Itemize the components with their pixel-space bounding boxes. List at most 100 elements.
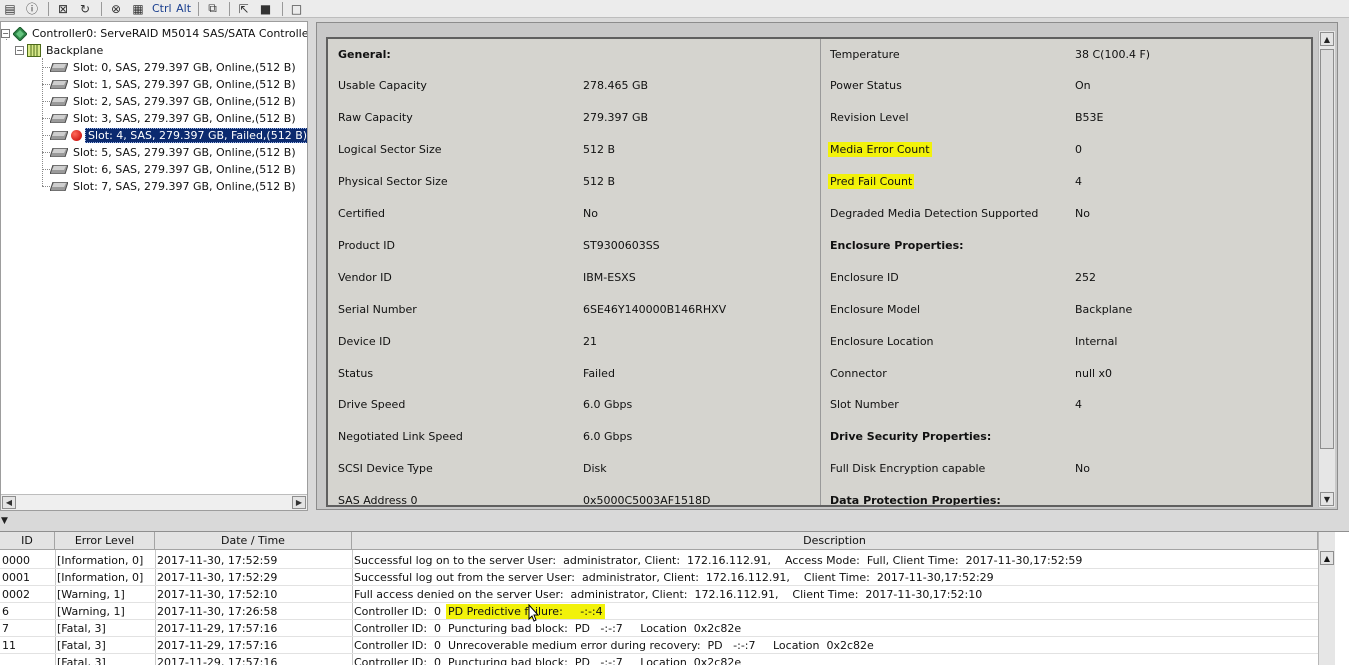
scroll-right-icon[interactable]: ▶ [292,496,306,509]
tree-node-slot[interactable]: Slot: 5, SAS, 279.397 GB, Online,(512 B) [50,144,298,161]
cell-date-time[interactable]: 2017-11-29, 17:57:16 [155,620,352,637]
cell-id[interactable] [0,654,55,665]
cell-id[interactable]: 6 [0,603,55,620]
collapse-triangle-icon[interactable]: ▼ [1,516,8,526]
scroll-left-icon[interactable]: ◀ [2,496,16,509]
description-text: Successful log out from the server User:… [354,571,994,584]
tree-node-label: Controller0: ServeRAID M5014 SAS/SATA Co… [32,27,308,40]
scroll-up-icon[interactable]: ▲ [1320,32,1334,46]
property-name: Usable Capacity [338,78,427,94]
tree-horizontal-scrollbar[interactable]: ◀ ▶ [1,494,307,510]
cell-date-time[interactable]: 2017-11-29, 17:57:16 [155,654,352,665]
properties-vertical-scrollbar[interactable]: ▲ ▼ [1318,31,1335,507]
cell-error-level[interactable]: [Information, 0] [55,569,155,586]
toolbar-separator [281,1,283,16]
cell-id[interactable]: 0001 [0,569,55,586]
cell-id[interactable]: 11 [0,637,55,654]
failed-status-icon [71,130,82,141]
property-name: Serial Number [338,301,417,317]
scroll-down-icon[interactable]: ▼ [1320,492,1334,506]
cell-date-time[interactable]: 2017-11-29, 17:57:16 [155,637,352,654]
tree-node-controller[interactable]: − Controller0: ServeRAID M5014 SAS/SATA … [1,25,308,42]
alt-key-button[interactable]: Alt [176,1,192,17]
tree-node-slot[interactable]: Slot: 4, SAS, 279.397 GB, Failed,(512 B) [50,127,307,144]
cell-error-level[interactable]: [Warning, 1] [55,586,155,603]
tree-node-backplane[interactable]: − Backplane [15,42,105,59]
list-icon[interactable]: ▤ [2,1,18,17]
tree-node-slot[interactable]: Slot: 6, SAS, 279.397 GB, Online,(512 B) [50,161,298,178]
cell-error-level[interactable]: [Fatal, 3] [55,620,155,637]
column-header-date-time[interactable]: Date / Time [155,532,352,550]
property-name: Full Disk Encryption capable [830,461,985,477]
property-value: 21 [583,334,597,348]
cell-description[interactable]: Full access denied on the server User: a… [352,586,1312,603]
cell-description[interactable]: Successful log out from the server User:… [352,569,1312,586]
ctrl-key-button[interactable]: Ctrl [152,1,172,17]
cell-description[interactable]: Successful log on to the server User: ad… [352,552,1312,569]
property-value: 512 B [583,175,616,189]
tree-line [42,152,50,153]
property-value: No [583,207,598,220]
property-value: 0x5000C5003AF1518D [583,494,711,507]
log-vertical-scrollbar[interactable]: ▲ [1318,532,1335,665]
hard-drive-icon [50,63,68,72]
tree-node-slot[interactable]: Slot: 1, SAS, 279.397 GB, Online,(512 B) [50,76,298,93]
column-header-description[interactable]: Description [352,532,1318,550]
tree-line [42,84,50,85]
cell-error-level[interactable]: [Warning, 1] [55,603,155,620]
keyboard-icon[interactable]: ▦ [130,1,146,17]
cell-id[interactable]: 0002 [0,586,55,603]
property-name: Drive Security Properties: [830,429,991,445]
column-divider [820,39,821,505]
column-header-error-level[interactable]: Error Level [55,532,155,550]
property-name-text: Pred Fail Count [828,174,915,190]
tree-node-slot[interactable]: Slot: 7, SAS, 279.397 GB, Online,(512 B) [50,178,298,195]
property-name: Drive Speed [338,397,405,413]
info-icon[interactable]: ⓘ [24,1,40,17]
property-value: Disk [583,462,607,476]
scroll-thumb[interactable] [1320,49,1334,449]
cell-date-time[interactable]: 2017-11-30, 17:26:58 [155,603,352,620]
cell-id[interactable]: 7 [0,620,55,637]
cell-description[interactable]: Controller ID: 0 PD Predictive failure: … [352,603,1312,620]
property-name-text: Degraded Media Detection Supported [830,207,1039,220]
refresh-icon[interactable]: ↻ [77,1,93,17]
cell-date-time[interactable]: 2017-11-30, 17:52:10 [155,586,352,603]
scan-icon[interactable]: ⊠ [55,1,71,17]
tree-node-slot[interactable]: Slot: 3, SAS, 279.397 GB, Online,(512 B) [50,110,298,127]
property-value: Backplane [1075,302,1133,316]
cell-error-level[interactable]: [Information, 0] [55,552,155,569]
tree-node-slot[interactable]: Slot: 0, SAS, 279.397 GB, Online,(512 B) [50,59,298,76]
hard-drive-icon [50,148,68,157]
column-header-id[interactable]: ID [0,532,55,550]
cell-date-time[interactable]: 2017-11-30, 17:52:29 [155,569,352,586]
property-name-text: Vendor ID [338,270,392,284]
cell-description[interactable]: Controller ID: 0 Puncturing bad block: P… [352,620,1312,637]
pane-splitter[interactable]: ▼ [0,512,1349,530]
link-icon[interactable]: ⊗ [108,1,124,17]
hard-drive-icon [50,182,68,191]
property-value: null x0 [1075,366,1113,380]
property-name: Product ID [338,237,395,253]
window-icon[interactable]: □ [289,1,305,17]
cell-id[interactable]: 0000 [0,552,55,569]
cell-error-level[interactable]: [Fatal, 3] [55,654,155,665]
cell-description[interactable]: Controller ID: 0 Puncturing bad block: P… [352,654,1312,665]
collapse-icon[interactable]: − [1,29,10,38]
property-name: Temperature [830,46,900,62]
scroll-up-icon[interactable]: ▲ [1320,551,1334,565]
tree-line [42,118,50,119]
cell-date-time[interactable]: 2017-11-30, 17:52:59 [155,552,352,569]
collapse-icon[interactable]: − [15,46,24,55]
tree-line [42,58,43,186]
save-icon[interactable]: ■ [258,1,274,17]
copy-icon[interactable]: ⧉ [205,1,221,17]
cell-description[interactable]: Controller ID: 0 Unrecoverable medium er… [352,637,1312,654]
tree-node-slot[interactable]: Slot: 2, SAS, 279.397 GB, Online,(512 B) [50,93,298,110]
cell-error-level[interactable]: [Fatal, 3] [55,637,155,654]
export-icon[interactable]: ⇱ [236,1,252,17]
property-name: Device ID [338,333,391,349]
property-value: 0 [1075,143,1082,157]
property-value: ST9300603SS [583,238,660,252]
property-name-text: Enclosure Model [830,302,921,316]
